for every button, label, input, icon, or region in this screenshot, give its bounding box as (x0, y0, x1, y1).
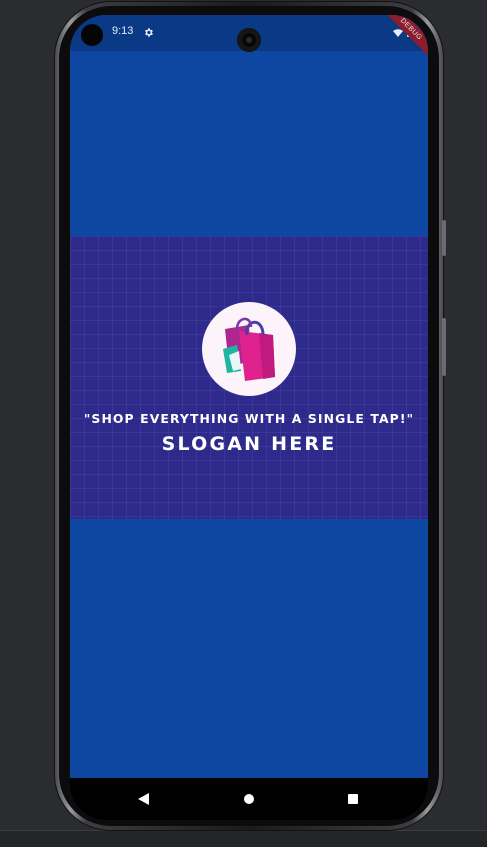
system-navigation-bar (70, 778, 428, 820)
emulator-bottom-edge (0, 830, 487, 847)
tagline-text: "SHOP EVERYTHING WITH A SINGLE TAP!" (83, 411, 415, 426)
status-bar: 9:13 DEBUG (70, 15, 428, 59)
front-camera-left (81, 24, 103, 46)
app-screen: 9:13 DEBUG "SHOP EVERYTHING WITH A SINGL… (70, 15, 428, 778)
shopping-bag-icon (223, 317, 275, 381)
emulator-background: 9:13 DEBUG "SHOP EVERYTHING WITH A SINGL… (0, 0, 487, 847)
home-circle-icon[interactable] (244, 794, 254, 804)
front-camera (237, 28, 261, 52)
gear-icon (145, 28, 153, 37)
recents-square-icon[interactable] (348, 794, 358, 804)
splash-banner: "SHOP EVERYTHING WITH A SINGLE TAP!" SLO… (70, 236, 428, 519)
status-time: 9:13 (112, 25, 134, 37)
back-triangle-icon[interactable] (138, 793, 149, 805)
volume-button[interactable] (442, 318, 446, 376)
power-button[interactable] (442, 220, 446, 256)
logo-badge (202, 302, 296, 396)
slogan-text: SLOGAN HERE (161, 433, 337, 455)
